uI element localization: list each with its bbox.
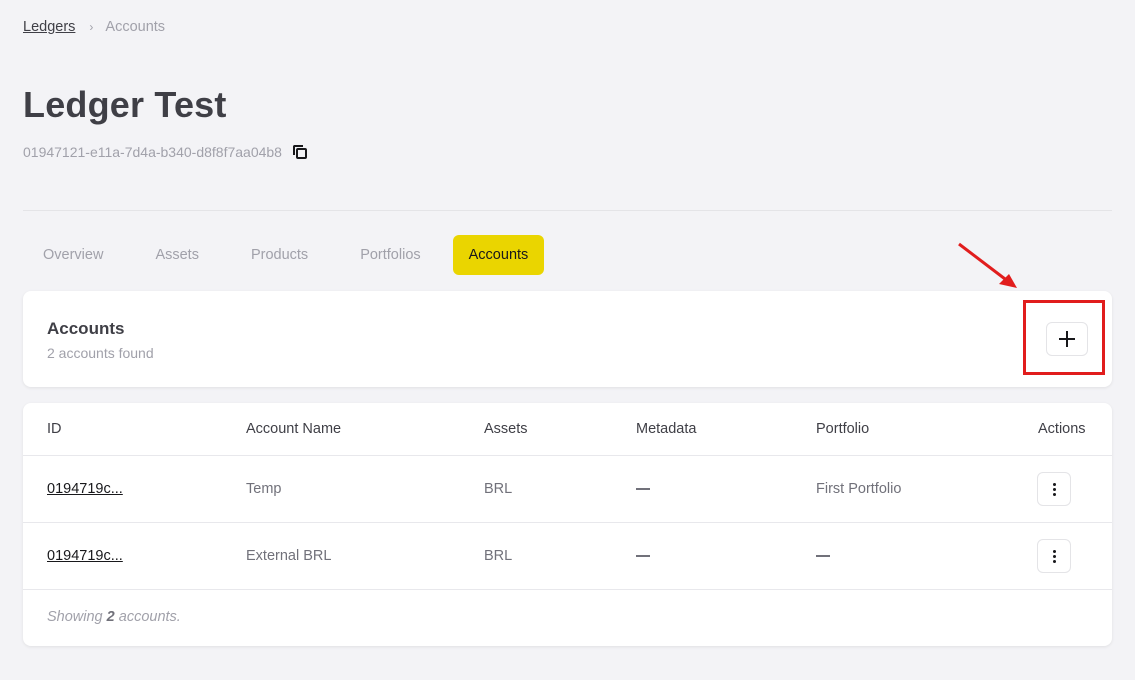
tab-portfolios[interactable]: Portfolios — [340, 235, 440, 275]
tab-accounts[interactable]: Accounts — [452, 235, 545, 275]
account-name: External BRL — [246, 548, 332, 564]
ledger-id: 01947121-e11a-7d4a-b340-d8f8f7aa04b8 — [23, 144, 282, 160]
divider — [23, 210, 1112, 211]
account-metadata-empty — [636, 548, 650, 564]
breadcrumb-ledgers-link[interactable]: Ledgers — [23, 19, 75, 35]
chevron-right-icon: › — [89, 20, 94, 34]
accounts-shown-count: 2 — [106, 609, 115, 625]
copy-icon[interactable] — [292, 144, 308, 160]
account-metadata-empty — [636, 481, 650, 497]
column-header-actions: Actions — [1038, 421, 1086, 437]
accounts-table: ID Account Name Assets Metadata Portfoli… — [23, 403, 1112, 646]
tab-assets[interactable]: Assets — [135, 235, 219, 275]
accounts-count: 2 accounts found — [47, 345, 154, 361]
page-title: Ledger Test — [23, 84, 227, 125]
more-vertical-icon — [1052, 482, 1056, 486]
table-footer: Showing 2 accounts. — [47, 609, 181, 625]
accounts-header-card: Accounts 2 accounts found — [23, 291, 1112, 387]
account-name: Temp — [246, 481, 282, 497]
column-header-account-name: Account Name — [246, 421, 342, 437]
column-header-id: ID — [47, 421, 62, 437]
column-header-portfolio: Portfolio — [816, 421, 870, 437]
breadcrumb: Ledgers › Accounts — [23, 19, 165, 35]
account-id-link[interactable]: 0194719c... — [47, 481, 123, 497]
row-actions-button[interactable] — [1037, 539, 1071, 573]
table-row: 0194719c... External BRL BRL — [23, 523, 1112, 590]
table-header: ID Account Name Assets Metadata Portfoli… — [23, 403, 1112, 456]
add-account-button[interactable] — [1046, 322, 1088, 356]
account-portfolio-empty — [816, 548, 830, 564]
more-vertical-icon — [1052, 549, 1056, 553]
plus-icon — [1059, 331, 1075, 347]
account-portfolio: First Portfolio — [816, 481, 902, 497]
account-assets: BRL — [484, 548, 513, 564]
accounts-title: Accounts — [47, 319, 125, 338]
breadcrumb-current: Accounts — [105, 19, 166, 35]
ledger-id-row: 01947121-e11a-7d4a-b340-d8f8f7aa04b8 — [23, 144, 308, 160]
tab-overview[interactable]: Overview — [23, 235, 123, 275]
table-row: 0194719c... Temp BRL First Portfolio — [23, 456, 1112, 523]
column-header-metadata: Metadata — [636, 421, 697, 437]
account-id-link[interactable]: 0194719c... — [47, 548, 123, 564]
tab-products[interactable]: Products — [231, 235, 328, 275]
column-header-assets: Assets — [484, 421, 528, 437]
row-actions-button[interactable] — [1037, 472, 1071, 506]
tabs: Overview Assets Products Portfolios Acco… — [23, 235, 556, 275]
account-assets: BRL — [484, 481, 513, 497]
